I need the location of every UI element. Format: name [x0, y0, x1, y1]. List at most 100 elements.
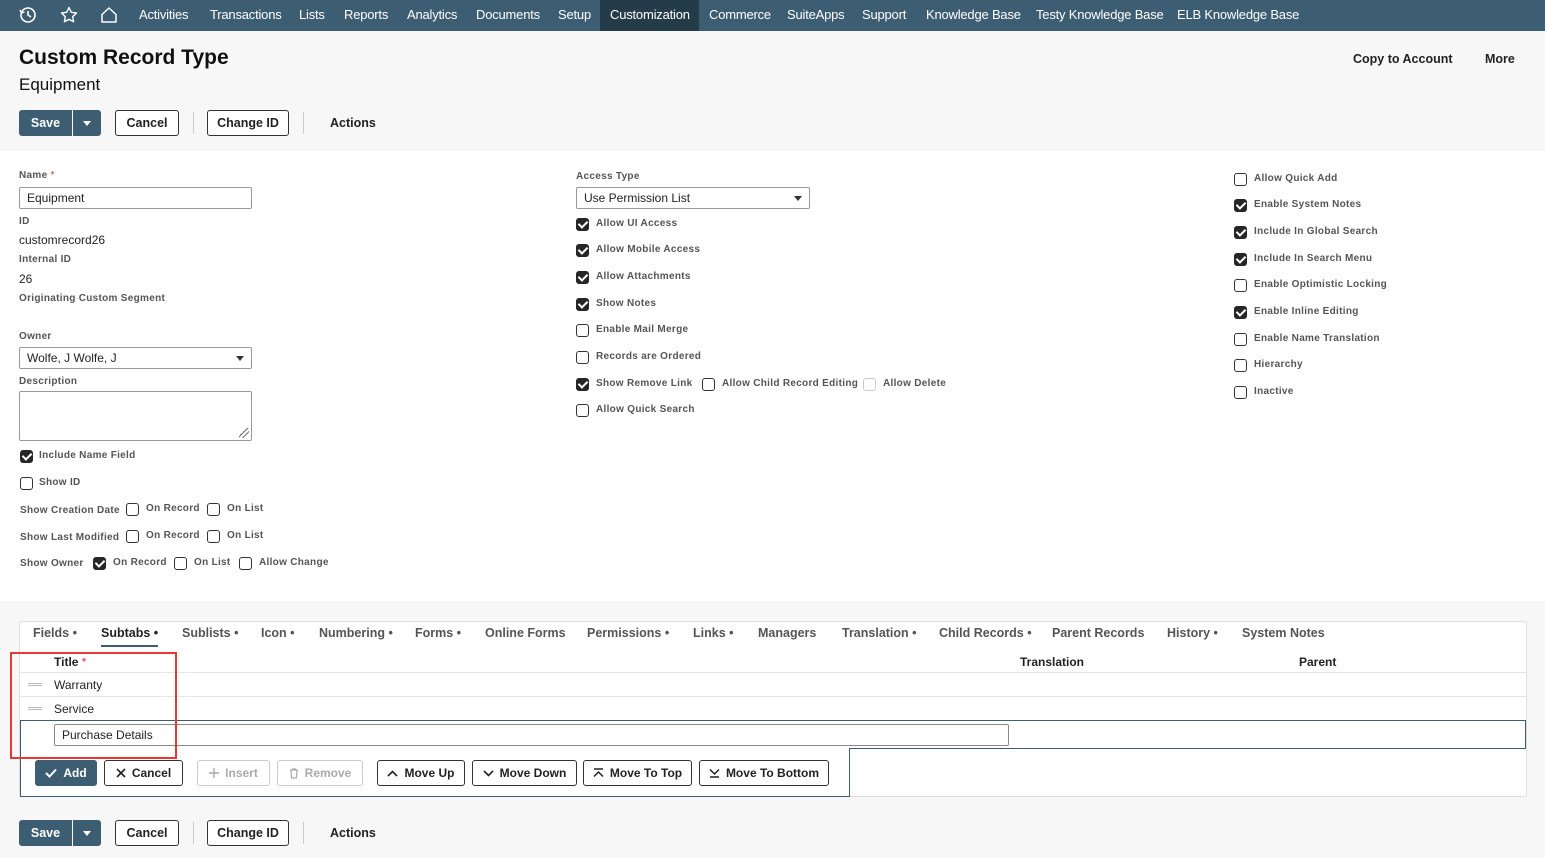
- nav-documents[interactable]: Documents: [466, 0, 550, 31]
- tab-fields[interactable]: Fields •: [33, 626, 77, 640]
- move-to-bottom-button[interactable]: Move To Bottom: [699, 760, 829, 786]
- owner-select[interactable]: Wolfe, J Wolfe, J: [19, 347, 252, 369]
- subtab-title-input[interactable]: Purchase Details: [54, 724, 1009, 746]
- tab-subtabs[interactable]: Subtabs •: [101, 626, 159, 647]
- allow-mobile-access-checkbox[interactable]: [576, 244, 589, 257]
- chevron-up-icon: [387, 769, 399, 777]
- star-icon[interactable]: [58, 4, 80, 26]
- save-dropdown-button[interactable]: [73, 110, 101, 136]
- enable-system-notes-checkbox[interactable]: [1234, 199, 1247, 212]
- inactive-checkbox[interactable]: [1234, 386, 1247, 399]
- enable-mail-merge-checkbox[interactable]: [576, 324, 589, 337]
- tab-online-forms[interactable]: Online Forms: [485, 626, 566, 640]
- resize-handle-icon[interactable]: [239, 428, 249, 438]
- tab-managers[interactable]: Managers: [758, 626, 816, 640]
- nav-lists[interactable]: Lists: [289, 0, 335, 31]
- show-owner-label: Show Owner: [20, 558, 84, 569]
- bottom-save-dropdown-button[interactable]: [73, 820, 101, 846]
- last-modified-on-record-checkbox[interactable]: [126, 530, 139, 543]
- include-name-field-checkbox[interactable]: [20, 450, 33, 463]
- bottom-actions-menu[interactable]: Actions: [330, 826, 376, 840]
- name-field[interactable]: Equipment: [19, 187, 252, 209]
- owner-on-record-checkbox[interactable]: [93, 557, 106, 570]
- tab-icon[interactable]: Icon •: [261, 626, 295, 640]
- tab-system-notes[interactable]: System Notes: [1242, 626, 1325, 640]
- bottom-cancel-button[interactable]: Cancel: [115, 820, 179, 846]
- tab-forms[interactable]: Forms •: [415, 626, 461, 640]
- actions-menu[interactable]: Actions: [330, 116, 376, 130]
- last-modified-on-list-checkbox[interactable]: [207, 530, 220, 543]
- nav-reports[interactable]: Reports: [334, 0, 398, 31]
- allow-delete-checkbox[interactable]: [863, 378, 876, 391]
- move-down-button[interactable]: Move Down: [472, 760, 577, 786]
- tab-links[interactable]: Links •: [693, 626, 734, 640]
- nav-commerce[interactable]: Commerce: [699, 0, 781, 31]
- allow-ui-access-label: Allow UI Access: [596, 218, 678, 229]
- close-icon: [116, 768, 126, 778]
- move-up-button[interactable]: Move Up: [377, 760, 465, 786]
- nav-transactions[interactable]: Transactions: [200, 0, 292, 31]
- tab-translation[interactable]: Translation •: [842, 626, 917, 640]
- allow-quick-add-checkbox[interactable]: [1234, 173, 1247, 186]
- show-id-label: Show ID: [39, 477, 81, 488]
- records-are-ordered-checkbox[interactable]: [576, 351, 589, 364]
- owner-on-list-checkbox[interactable]: [174, 557, 187, 570]
- nav-analytics[interactable]: Analytics: [397, 0, 467, 31]
- change-id-button[interactable]: Change ID: [207, 110, 289, 136]
- move-to-bottom-icon: [709, 768, 720, 778]
- cancel-button[interactable]: Cancel: [115, 110, 179, 136]
- history-icon[interactable]: [17, 4, 39, 26]
- row-cancel-button[interactable]: Cancel: [104, 760, 183, 786]
- tab-sublists[interactable]: Sublists •: [182, 626, 238, 640]
- allow-quick-search-checkbox[interactable]: [576, 404, 589, 417]
- nav-customization[interactable]: Customization: [600, 0, 699, 31]
- owner-allow-change-checkbox[interactable]: [239, 557, 252, 570]
- hierarchy-checkbox[interactable]: [1234, 359, 1247, 372]
- show-remove-link-checkbox[interactable]: [576, 378, 589, 391]
- nav-knowledge-base[interactable]: Knowledge Base: [916, 0, 1031, 31]
- tab-history[interactable]: History •: [1167, 626, 1218, 640]
- description-field[interactable]: [19, 391, 252, 441]
- show-id-checkbox[interactable]: [20, 477, 33, 490]
- nav-elb-knowledge-base[interactable]: ELB Knowledge Base: [1167, 0, 1309, 31]
- save-button[interactable]: Save: [19, 110, 72, 136]
- nav-support[interactable]: Support: [852, 0, 916, 31]
- nav-testy-knowledge-base[interactable]: Testy Knowledge Base: [1026, 0, 1174, 31]
- bottom-change-id-button[interactable]: Change ID: [207, 820, 289, 846]
- tab-parent-records[interactable]: Parent Records: [1052, 626, 1144, 640]
- allow-change-label: Allow Change: [259, 557, 329, 568]
- plus-icon: [209, 768, 220, 778]
- include-in-search-menu-label: Include In Search Menu: [1254, 253, 1373, 264]
- allow-ui-access-checkbox[interactable]: [576, 218, 589, 231]
- nav-suiteapps[interactable]: SuiteApps: [777, 0, 854, 31]
- tab-permissions[interactable]: Permissions •: [587, 626, 669, 640]
- move-to-top-button[interactable]: Move To Top: [583, 760, 692, 786]
- table-row[interactable]: Service: [20, 697, 1526, 721]
- insert-button[interactable]: Insert: [197, 760, 270, 786]
- tab-numbering[interactable]: Numbering •: [319, 626, 393, 640]
- include-in-global-search-checkbox[interactable]: [1234, 226, 1247, 239]
- home-icon[interactable]: [98, 4, 120, 26]
- table-row[interactable]: Warranty: [20, 673, 1526, 697]
- access-type-label: Access Type: [576, 171, 640, 182]
- nav-setup[interactable]: Setup: [548, 0, 601, 31]
- copy-to-account-link[interactable]: Copy to Account: [1353, 52, 1453, 66]
- remove-button[interactable]: Remove: [277, 760, 363, 786]
- tab-child-records[interactable]: Child Records •: [939, 626, 1032, 640]
- access-type-select[interactable]: Use Permission List: [576, 187, 810, 209]
- toolbar-divider: [193, 822, 194, 844]
- enable-inline-editing-checkbox[interactable]: [1234, 306, 1247, 319]
- include-in-search-menu-checkbox[interactable]: [1234, 253, 1247, 266]
- add-button[interactable]: Add: [35, 760, 97, 786]
- more-link[interactable]: More: [1485, 52, 1515, 66]
- enable-optimistic-locking-checkbox[interactable]: [1234, 279, 1247, 292]
- nav-activities[interactable]: Activities: [129, 0, 198, 31]
- allow-quick-add-label: Allow Quick Add: [1254, 173, 1338, 184]
- creation-date-on-record-checkbox[interactable]: [126, 503, 139, 516]
- bottom-save-button[interactable]: Save: [19, 820, 72, 846]
- allow-child-record-editing-checkbox[interactable]: [702, 378, 715, 391]
- enable-name-translation-checkbox[interactable]: [1234, 333, 1247, 346]
- show-notes-checkbox[interactable]: [576, 298, 589, 311]
- allow-attachments-checkbox[interactable]: [576, 271, 589, 284]
- creation-date-on-list-checkbox[interactable]: [207, 503, 220, 516]
